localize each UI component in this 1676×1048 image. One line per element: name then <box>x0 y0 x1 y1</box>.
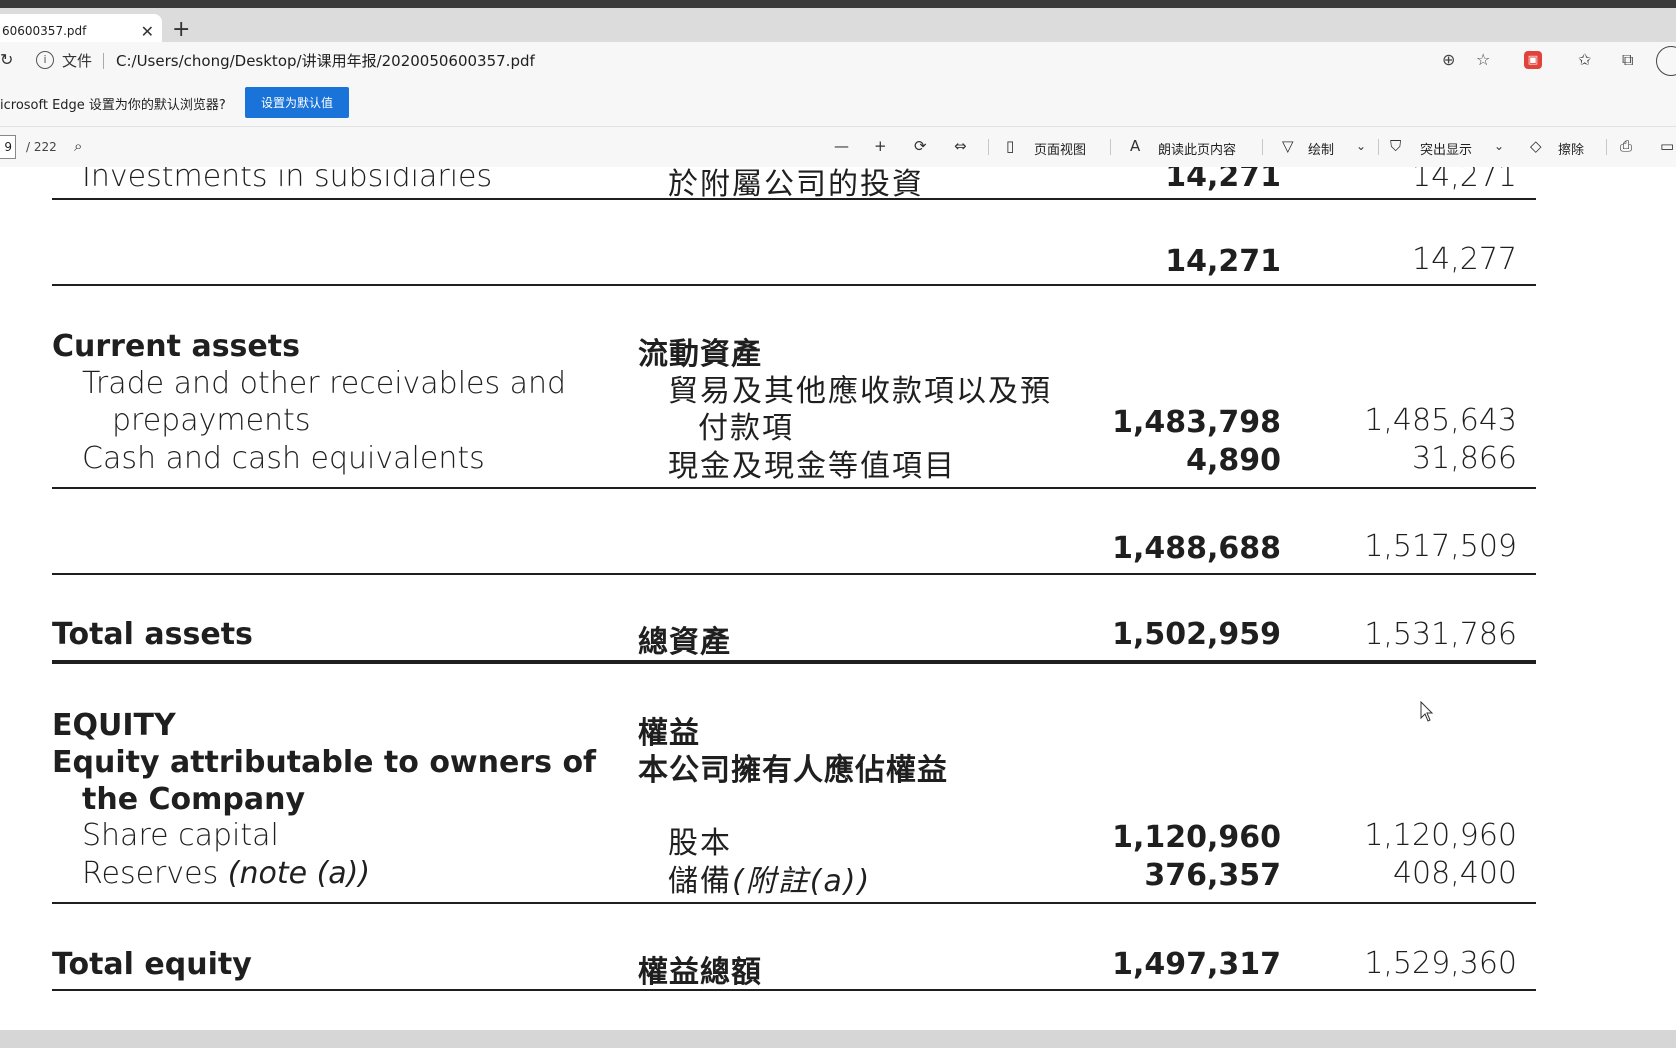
add-favorite-icon[interactable]: ☆ <box>1476 50 1490 69</box>
value-previous: 1,531,786 <box>1364 617 1517 652</box>
page-view-icon[interactable]: ▯ <box>1006 137 1014 155</box>
table-rule <box>52 487 1536 489</box>
row-label-en: prepayments <box>112 403 311 438</box>
toolbar-separator <box>1262 139 1263 155</box>
zoom-out-icon[interactable]: — <box>834 137 849 155</box>
collections-icon[interactable]: ⧉ <box>1622 50 1633 70</box>
scheme-label: 文件 <box>62 52 93 70</box>
table-rule <box>52 989 1536 991</box>
read-aloud-button[interactable]: 朗读此页内容 <box>1158 139 1236 158</box>
tab-close-icon[interactable]: ✕ <box>141 22 154 41</box>
address-bar: ↻ i 文件 C:/Users/chong/Desktop/讲课用年报/2020… <box>0 42 1676 78</box>
table-rule <box>52 284 1536 286</box>
table-rule <box>52 573 1536 575</box>
mouse-cursor-icon <box>1420 701 1434 722</box>
value-current: 1,120,960 <box>1112 820 1281 855</box>
eraser-icon[interactable]: ◇ <box>1530 137 1542 155</box>
value-current: 1,483,798 <box>1112 405 1281 440</box>
default-browser-infobar: icrosoft Edge 设置为你的默认浏览器? 设置为默认值 <box>0 78 1676 127</box>
row-label-en: Cash and cash equivalents <box>82 441 485 476</box>
draw-icon[interactable]: ▽ <box>1282 137 1294 155</box>
url-field[interactable]: C:/Users/chong/Desktop/讲课用年报/20200506003… <box>116 50 535 71</box>
erase-button[interactable]: 擦除 <box>1558 139 1584 158</box>
search-icon[interactable]: ⌕ <box>74 137 82 155</box>
value-previous: 1,517,509 <box>1364 529 1517 564</box>
infobar-message: icrosoft Edge 设置为你的默认浏览器? <box>0 98 226 113</box>
zoom-icon[interactable]: ⊕ <box>1442 50 1455 69</box>
value-previous: 31,866 <box>1412 441 1517 476</box>
table-rule <box>52 902 1536 904</box>
highlight-button[interactable]: 突出显示 <box>1420 139 1472 158</box>
note-reference: (附註(a)) <box>732 864 872 899</box>
site-info-icon[interactable]: i <box>36 51 54 69</box>
read-aloud-icon[interactable]: A <box>1130 137 1140 155</box>
rotate-icon[interactable]: ⟳ <box>914 137 927 155</box>
value-current: 1,488,688 <box>1112 531 1281 566</box>
total-label-en: Total assets <box>52 617 253 652</box>
value-current: 376,357 <box>1144 858 1281 893</box>
extension-icon[interactable]: ▣ <box>1524 51 1542 69</box>
toolbar-separator <box>1110 139 1111 155</box>
set-default-button[interactable]: 设置为默认值 <box>245 87 349 118</box>
value-current: 14,271 <box>1165 167 1281 194</box>
new-tab-icon[interactable]: + <box>172 18 190 42</box>
value-current: 14,271 <box>1165 244 1281 279</box>
page-total: / 222 <box>26 140 57 154</box>
page-number-input[interactable]: 9 <box>0 135 16 159</box>
favorites-icon[interactable]: ✩ <box>1578 50 1591 69</box>
subsection-heading-en: the Company <box>82 782 306 817</box>
print-icon[interactable]: ⎙ <box>1620 137 1632 155</box>
note-reference: (note (a)) <box>227 856 371 891</box>
value-previous: 14,277 <box>1412 242 1517 277</box>
zoom-in-icon[interactable]: + <box>874 137 887 155</box>
pdf-page: Investments in subsidiaries 於附屬公司的投資 14,… <box>0 167 1676 1030</box>
save-icon[interactable]: ▭ <box>1660 137 1674 155</box>
table-rule-thick <box>52 660 1536 664</box>
viewer-bottom-gutter <box>0 1030 1676 1048</box>
highlight-dropdown-icon[interactable]: ⌄ <box>1494 139 1504 153</box>
row-label-zh: 現金及現金等值項目 <box>668 449 956 484</box>
row-label-en: Investments in subsidiaries <box>82 167 493 194</box>
value-previous: 1,529,360 <box>1364 946 1517 981</box>
toolbar-separator <box>1606 139 1607 155</box>
value-current: 1,497,317 <box>1112 947 1281 982</box>
section-heading-en: EQUITY <box>52 708 176 743</box>
row-label-en: Reserves (note (a)) <box>82 856 370 891</box>
row-label-en: Share capital <box>82 818 279 853</box>
address-separator <box>103 53 104 69</box>
value-current: 4,890 <box>1186 443 1281 478</box>
toolbar-separator <box>1378 139 1379 155</box>
row-label-text: Reserves <box>82 856 228 891</box>
pdf-toolbar: 9 / 222 ⌕ — + ⟳ ⇔ ▯ 页面视图 A 朗读此页内容 ▽ 绘制 ⌄… <box>0 127 1676 168</box>
section-heading-en: Current assets <box>52 329 300 364</box>
row-label-zh: 儲備(附註(a)) <box>668 856 871 900</box>
subsection-heading-en: Equity attributable to owners of <box>52 745 597 780</box>
total-label-zh: 總資產 <box>638 625 731 660</box>
fit-width-icon[interactable]: ⇔ <box>954 137 967 155</box>
value-previous: 408,400 <box>1392 856 1517 891</box>
value-previous: 1,485,643 <box>1364 403 1517 438</box>
value-previous: 14,271 <box>1412 167 1517 194</box>
subsection-heading-zh: 本公司擁有人應佔權益 <box>638 753 948 788</box>
window-top-border <box>0 0 1676 8</box>
page-view-button[interactable]: 页面视图 <box>1034 139 1086 158</box>
draw-dropdown-icon[interactable]: ⌄ <box>1356 139 1366 153</box>
value-previous: 1,120,960 <box>1364 818 1517 853</box>
value-current: 1,502,959 <box>1112 617 1281 652</box>
total-label-zh: 權益總額 <box>638 955 762 990</box>
tab-title: 60600357.pdf <box>2 24 87 38</box>
row-label-en: Trade and other receivables and <box>82 366 567 401</box>
toolbar-separator <box>988 139 989 155</box>
table-rule <box>52 198 1536 200</box>
row-label-text: 儲備 <box>668 864 732 899</box>
profile-avatar[interactable] <box>1656 46 1676 76</box>
reload-icon[interactable]: ↻ <box>0 50 13 69</box>
total-label-en: Total equity <box>52 947 252 982</box>
draw-button[interactable]: 绘制 <box>1308 139 1334 158</box>
highlight-icon[interactable]: ⛉ <box>1390 137 1401 155</box>
